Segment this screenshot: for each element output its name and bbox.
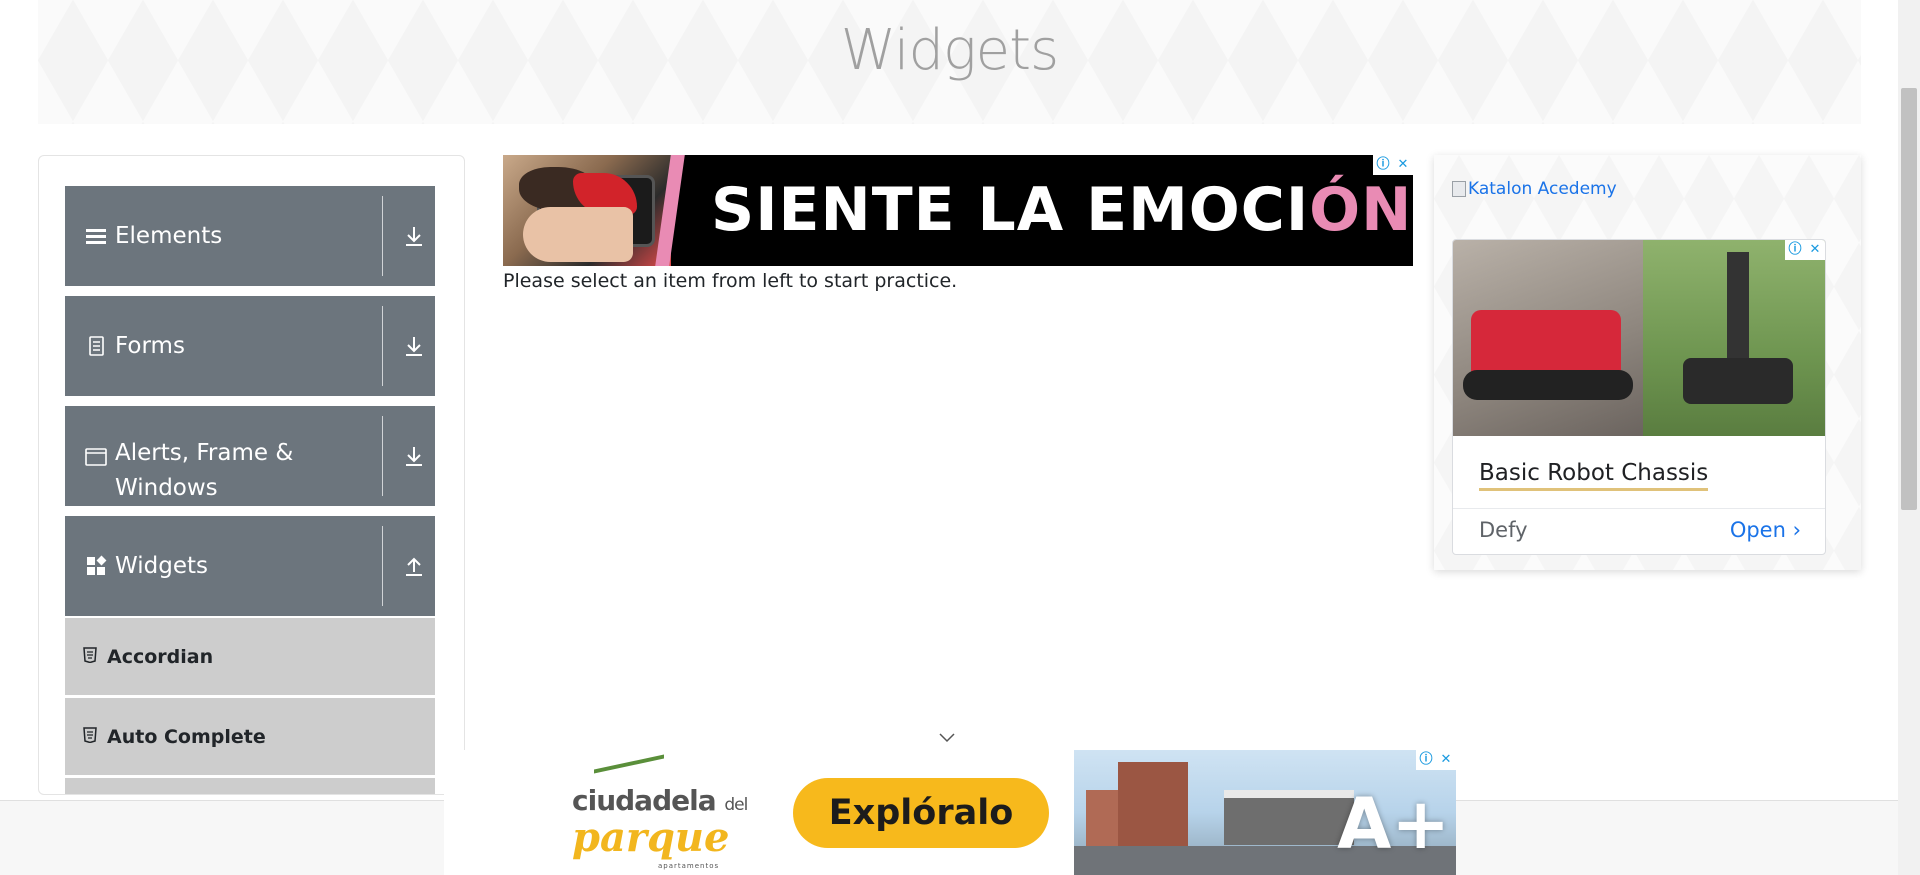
page-header-banner: Widgets (38, 0, 1861, 124)
upload-arrow-icon[interactable] (403, 554, 425, 578)
html5-icon (83, 727, 97, 743)
chevron-right-icon: › (1792, 518, 1801, 542)
banner-headline-main: SIENTE LA EMOCI (711, 175, 1310, 245)
bullfight-ad-image (503, 155, 671, 266)
left-sidebar: Elements Forms Alerts, Frame & Windows W… (38, 155, 465, 795)
download-arrow-icon[interactable] (403, 224, 425, 248)
banner-headline-accent: ÓN (1309, 175, 1413, 245)
robot-ad-title[interactable]: Basic Robot Chassis (1479, 458, 1709, 491)
logo-ciudadela: ciudadela (572, 784, 717, 817)
robot-mast-shape (1727, 252, 1749, 372)
sidebar-item-label: Auto Complete (107, 726, 266, 748)
robot-chassis-ad[interactable]: ⓘ ✕ Basic Robot Chassis Defy Open › (1452, 239, 1826, 555)
ad-info-icon[interactable]: ⓘ (1373, 155, 1393, 175)
robot-ad-open-button[interactable]: Open › (1730, 518, 1801, 542)
adchoices[interactable]: ⓘ ✕ (1373, 155, 1413, 175)
scrollbar-thumb[interactable] (1901, 88, 1917, 510)
black-robot-photo (1643, 240, 1825, 436)
document-icon (89, 336, 104, 356)
logo-apartamentos: apartamentos (658, 862, 720, 870)
sidebar-item-next[interactable] (65, 778, 435, 794)
sidebar-group-widgets[interactable]: Widgets (65, 516, 435, 616)
widgets-icon (87, 555, 107, 575)
right-sidebar-ad: Katalon Acedemy ⓘ ✕ Basic Robot Chassis … (1434, 155, 1861, 570)
banner-headline: SIENTE LA EMOCIÓN (711, 155, 1412, 266)
robot-ad-footer: Defy Open › (1453, 508, 1825, 554)
ciudadela-del-parque-logo: ciudadela del parque apartamentos (564, 754, 748, 870)
sidebar-group-label: Alerts, Frame & Windows (115, 440, 294, 501)
sidebar-group-label: Widgets (115, 553, 208, 579)
katalon-academy-link[interactable]: Katalon Acedemy (1452, 179, 1617, 199)
adchoices[interactable]: ⓘ ✕ (1416, 750, 1456, 770)
robot-ad-brand: Defy (1479, 518, 1528, 542)
group-divider (382, 416, 383, 496)
bottom-real-estate-ad[interactable]: ciudadela del parque apartamentos Explór… (444, 750, 1456, 875)
sidebar-group-alerts-frame-windows[interactable]: Alerts, Frame & Windows (65, 406, 435, 506)
sidebar-group-label: Forms (115, 333, 185, 359)
sidebar-group-forms[interactable]: Forms (65, 296, 435, 396)
adchoices[interactable]: ⓘ ✕ (1785, 240, 1825, 260)
pavilion-shape (1224, 790, 1354, 845)
building-photo: A+ (1074, 750, 1456, 875)
hamburger-icon (86, 229, 106, 244)
sidebar-group-elements[interactable]: Elements (65, 186, 435, 286)
page-title: Widgets (840, 18, 1059, 83)
hand-shape (523, 207, 633, 262)
logo-del: del (724, 795, 748, 815)
robot-ad-image (1453, 240, 1825, 436)
open-label: Open (1729, 518, 1786, 542)
logo-line1: ciudadela del (572, 784, 748, 817)
sidebar-item-accordian[interactable]: Accordian (65, 618, 435, 696)
html5-icon (83, 647, 97, 663)
a-plus-badge: A+ (1337, 783, 1450, 865)
chevron-down-icon[interactable] (938, 732, 956, 744)
red-robot-photo (1453, 240, 1643, 436)
sidebar-group-label: Elements (115, 223, 223, 249)
broken-image-icon (1452, 181, 1466, 197)
sidebar-item-auto-complete[interactable]: Auto Complete (65, 698, 435, 776)
robot-base-shape (1683, 358, 1793, 404)
ad-close-icon[interactable]: ✕ (1805, 240, 1825, 260)
page: Widgets Elements Forms Alerts, Frame & W… (0, 0, 1920, 875)
group-divider (382, 526, 383, 606)
practice-instructions: Please select an item from left to start… (503, 270, 958, 292)
katalon-alt-text: Katalon Acedemy (1468, 179, 1617, 199)
logo-parque: parque (572, 814, 730, 861)
ad-close-icon[interactable]: ✕ (1436, 750, 1456, 770)
ad-info-icon[interactable]: ⓘ (1416, 750, 1436, 770)
download-arrow-icon[interactable] (403, 444, 425, 468)
ad-close-icon[interactable]: ✕ (1393, 155, 1413, 175)
group-divider (382, 196, 383, 276)
download-arrow-icon[interactable] (403, 334, 425, 358)
group-divider (382, 306, 383, 386)
ad-info-icon[interactable]: ⓘ (1785, 240, 1805, 260)
top-banner-ad[interactable]: SIENTE LA EMOCIÓN ⓘ ✕ (503, 155, 1413, 266)
window-icon (85, 448, 107, 466)
exploralo-button[interactable]: Explóralo (793, 778, 1049, 848)
robot-track-shape (1463, 370, 1633, 400)
sidebar-item-label: Accordian (107, 646, 214, 668)
vertical-scrollbar[interactable] (1898, 0, 1920, 875)
